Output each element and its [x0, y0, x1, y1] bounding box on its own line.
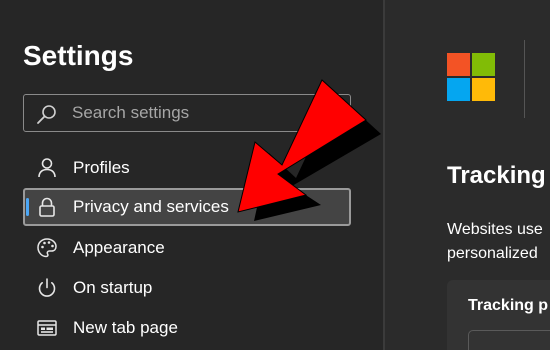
sidebar: Settings Profiles Privacy and services	[0, 0, 383, 350]
card-title: Tracking p	[468, 297, 549, 314]
header-divider	[524, 40, 525, 118]
palette-icon	[37, 238, 57, 258]
new-tab-icon	[37, 320, 57, 336]
microsoft-logo	[447, 53, 495, 101]
sidebar-item-label: Appearance	[73, 238, 165, 257]
power-icon	[38, 278, 56, 297]
selection-indicator	[26, 198, 29, 216]
description-line: Websites use	[447, 221, 543, 238]
search-icon	[37, 105, 56, 124]
person-icon	[38, 158, 56, 178]
search-input[interactable]	[72, 95, 342, 131]
section-description: Websites use personalized	[447, 218, 543, 266]
logo-yellow-square	[472, 78, 495, 101]
lock-icon	[39, 197, 55, 217]
sidebar-item-appearance[interactable]: Appearance	[23, 229, 351, 267]
sidebar-item-label: Profiles	[73, 158, 130, 177]
page-title: Settings	[23, 40, 134, 71]
logo-blue-square	[447, 78, 470, 101]
search-box[interactable]	[23, 94, 351, 132]
section-heading: Tracking	[447, 162, 546, 189]
settings-window: Settings Profiles Privacy and services	[0, 0, 550, 350]
tracking-option-box[interactable]	[468, 330, 550, 350]
sidebar-item-profiles[interactable]: Profiles	[23, 149, 351, 187]
description-line: personalized	[447, 245, 538, 262]
sidebar-item-label: Privacy and services	[73, 197, 229, 216]
sidebar-item-label: New tab page	[73, 318, 178, 337]
sidebar-item-new-tab-page[interactable]: New tab page	[23, 309, 351, 347]
logo-green-square	[472, 53, 495, 76]
sidebar-item-label: On startup	[73, 278, 153, 297]
sidebar-item-on-startup[interactable]: On startup	[23, 269, 351, 307]
sidebar-item-privacy[interactable]: Privacy and services	[23, 188, 351, 226]
logo-red-square	[447, 53, 470, 76]
